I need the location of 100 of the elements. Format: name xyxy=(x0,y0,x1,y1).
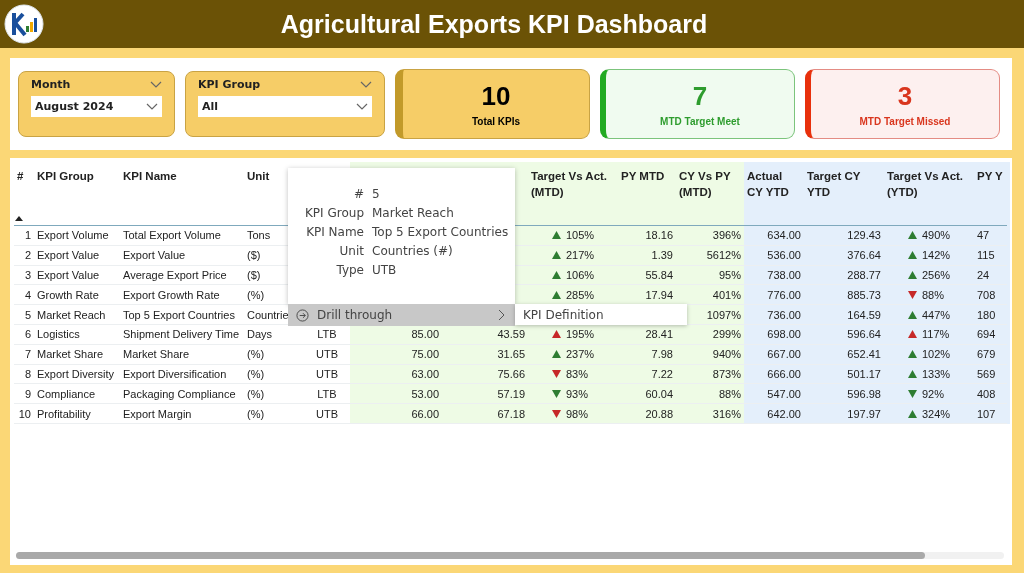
column-header[interactable]: Target Vs Act. (MTD) xyxy=(531,168,615,200)
table-cell: LTB xyxy=(317,328,337,341)
table-cell: 197.97 xyxy=(847,407,881,420)
table-cell: 133% xyxy=(922,367,951,380)
column-header[interactable]: KPI Group xyxy=(37,168,117,184)
table-cell: UTB xyxy=(316,407,338,420)
table-cell: 8 xyxy=(24,367,31,380)
table-cell: 596.64 xyxy=(847,328,881,341)
table-cell: 66.00 xyxy=(411,407,439,420)
sort-arrow-icon[interactable] xyxy=(15,216,23,221)
table-cell: 93% xyxy=(566,387,589,400)
table-cell: (%) xyxy=(247,367,265,380)
table-cell: 7.98 xyxy=(651,348,673,361)
table-cell: 217% xyxy=(566,249,595,262)
table-cell: 53.00 xyxy=(411,387,439,400)
table-cell: Export Volume xyxy=(37,229,109,242)
menu-item[interactable]: Drill through xyxy=(288,304,515,326)
table-cell: Export Diversification xyxy=(123,367,227,380)
column-header[interactable]: KPI Name xyxy=(123,168,241,184)
table-cell: ($) xyxy=(247,269,261,281)
table-cell: 501.17 xyxy=(847,367,881,380)
table-cell: Market Share xyxy=(37,348,104,361)
table-cell: 105% xyxy=(566,229,595,242)
filter-label: KPI Group xyxy=(198,78,261,91)
tooltip-label: KPI Group xyxy=(305,205,364,222)
dropdown[interactable]: August 2024 xyxy=(31,96,162,117)
table-cell: Export Margin xyxy=(123,407,192,420)
kpi-label: MTD Target Missed xyxy=(859,116,951,127)
table-cell: 55.84 xyxy=(645,269,673,281)
chevron-icon[interactable] xyxy=(356,102,368,111)
table-cell: 107 xyxy=(977,407,996,420)
table-cell: Profitability xyxy=(37,407,91,420)
kpi-value: 3 xyxy=(897,81,913,112)
table-cell: 6 xyxy=(24,328,31,341)
table-cell: 776.00 xyxy=(767,288,801,301)
table-cell: 98% xyxy=(566,407,589,420)
table-cell: 9 xyxy=(24,387,31,400)
table-cell: (%) xyxy=(247,288,265,301)
column-header[interactable]: Actual CY YTD xyxy=(747,168,801,200)
table-cell: 396% xyxy=(712,229,741,242)
table-cell: 596.98 xyxy=(847,387,881,400)
table-cell: 299% xyxy=(712,328,741,341)
table-cell: 7 xyxy=(24,348,31,361)
table-cell: 7.22 xyxy=(651,367,673,380)
column-header[interactable]: Target CY YTD xyxy=(807,168,881,200)
table-cell: 17.94 xyxy=(645,288,673,301)
chevron-icon[interactable] xyxy=(146,102,158,111)
table-cell: 88% xyxy=(718,387,741,400)
tooltip-label: Unit xyxy=(339,243,364,260)
table-cell: 195% xyxy=(566,328,595,341)
table-cell: 18.16 xyxy=(645,229,673,242)
horizontal-scrollbar[interactable] xyxy=(16,552,1004,559)
table-cell: 106% xyxy=(566,269,595,281)
dropdown[interactable]: All xyxy=(198,96,372,117)
table-cell: Growth Rate xyxy=(37,288,99,301)
table-cell: Packaging Compliance xyxy=(123,387,236,400)
table-cell: 708 xyxy=(977,288,996,301)
chevron-icon[interactable] xyxy=(360,80,372,89)
table-cell: Tons xyxy=(247,229,271,242)
column-header[interactable]: CY Vs PY (MTD) xyxy=(679,168,741,200)
table-cell: 408 xyxy=(977,387,996,400)
table-cell: 5 xyxy=(24,308,31,321)
table-cell: 667.00 xyxy=(767,348,801,361)
table-cell: 83% xyxy=(566,367,589,380)
table-cell: 95% xyxy=(718,269,741,281)
table-cell: 60.04 xyxy=(645,387,673,400)
column-header[interactable]: PY Y xyxy=(977,168,1004,184)
table-cell: 569 xyxy=(977,367,996,380)
logo-icon xyxy=(4,4,44,44)
table-cell: (%) xyxy=(247,387,265,400)
table-cell: 3 xyxy=(24,269,31,281)
kpi-value: 7 xyxy=(692,81,708,112)
submenu-item[interactable]: KPI Definition xyxy=(515,304,687,325)
table-cell: Total Export Volume xyxy=(123,229,221,242)
column-header[interactable]: # xyxy=(17,168,31,184)
table-cell: UTB xyxy=(316,367,338,380)
drill-through-icon xyxy=(296,308,309,322)
tooltip-value: Market Reach xyxy=(372,205,454,222)
table-cell: 20.88 xyxy=(645,407,673,420)
column-header[interactable]: Target Vs Act. (YTD) xyxy=(887,168,971,200)
table-cell: Average Export Price xyxy=(123,269,227,281)
table-cell: 1.39 xyxy=(651,249,673,262)
table-cell: 679 xyxy=(977,348,996,361)
dashboard-title: Agricultural Exports KPI Dashboard xyxy=(279,9,709,39)
table-cell: 1097% xyxy=(706,308,741,321)
table-cell: 102% xyxy=(922,348,951,361)
table-cell: 10 xyxy=(18,407,31,420)
table-cell: 43.59 xyxy=(497,328,525,341)
table-cell: Export Value xyxy=(37,249,100,262)
column-header[interactable]: PY MTD xyxy=(621,168,673,184)
table-cell: 92% xyxy=(922,387,945,400)
chevron-icon[interactable] xyxy=(150,80,162,89)
tooltip-value: Countries (#) xyxy=(372,243,453,260)
table-cell: 67.18 xyxy=(497,407,525,420)
tooltip-value: UTB xyxy=(372,262,397,279)
table-cell: 75.00 xyxy=(411,348,439,361)
kpi-label: MTD Target Meet xyxy=(660,116,740,127)
table-cell: (%) xyxy=(247,407,265,420)
table-cell: Countrie xyxy=(247,308,289,321)
table-cell: 129.43 xyxy=(847,229,881,242)
